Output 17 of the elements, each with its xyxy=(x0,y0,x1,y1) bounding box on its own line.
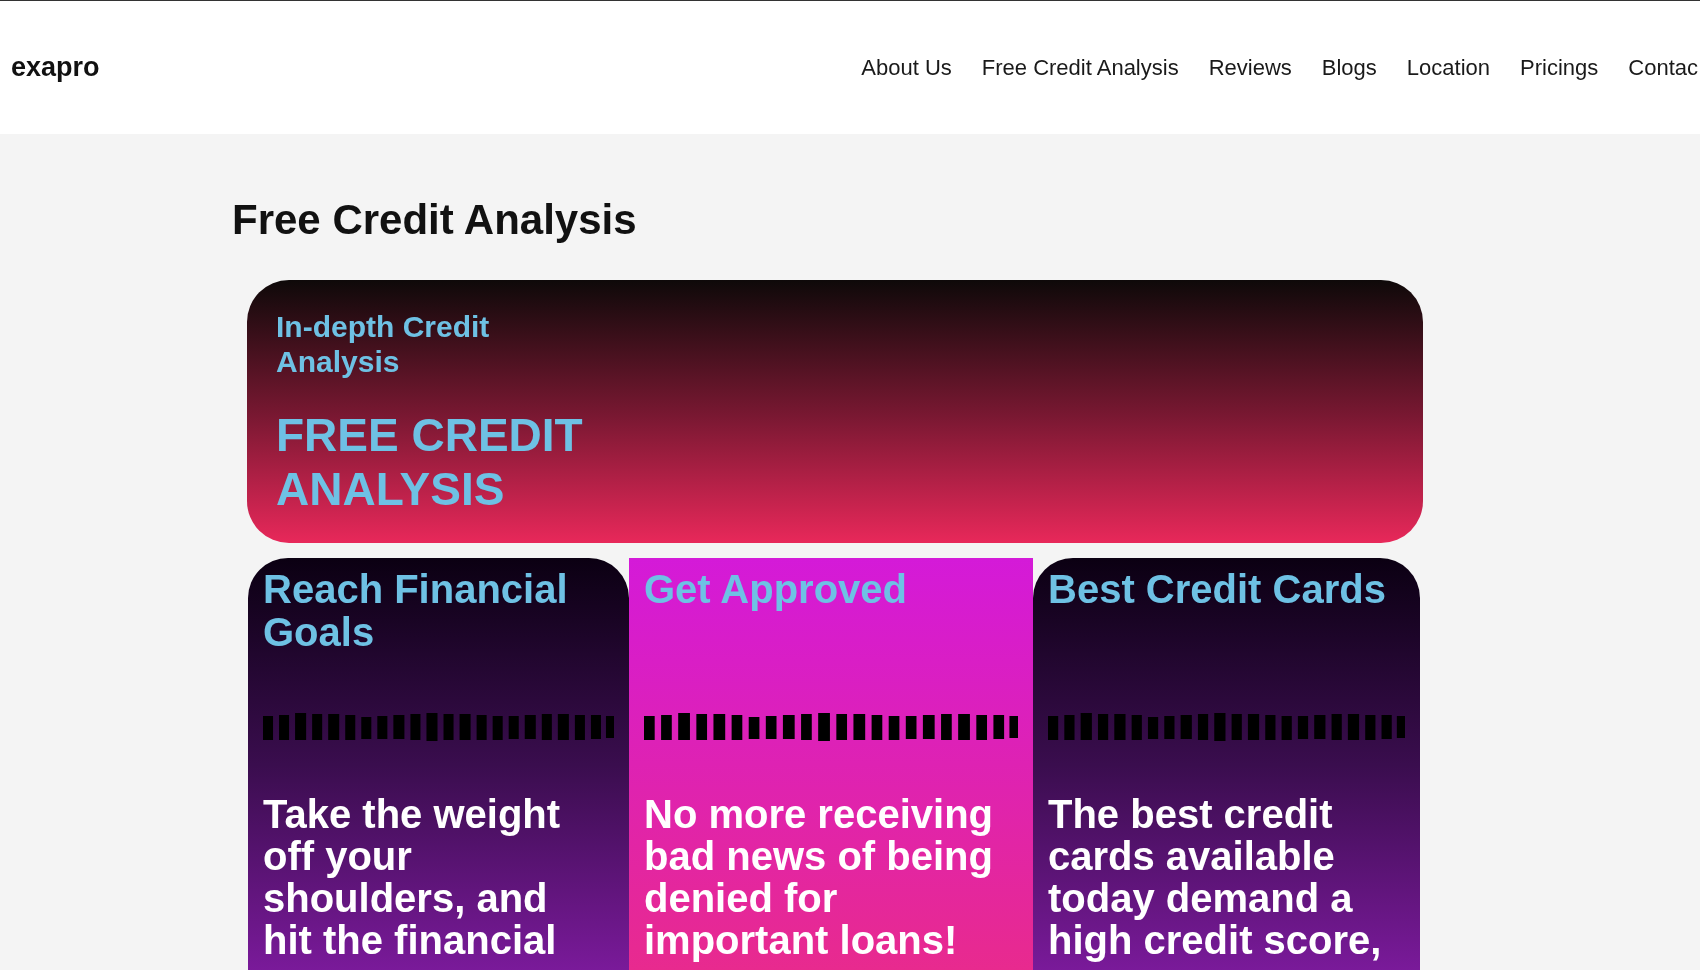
card-title: Reach Financial Goals xyxy=(263,568,569,654)
nav-link[interactable]: Contac xyxy=(1628,54,1698,81)
page-title: Free Credit Analysis xyxy=(232,195,638,245)
hero-title: FREE CREDIT ANALYSIS xyxy=(276,408,584,516)
card-title: Get Approved xyxy=(644,568,908,613)
site-logo[interactable]: exapro xyxy=(11,52,100,83)
hero-subtitle: In-depth Credit Analysis xyxy=(276,309,491,379)
nav-link[interactable]: Pricings xyxy=(1520,54,1599,81)
nav-link[interactable]: About Us xyxy=(861,54,952,81)
nav-link[interactable]: Free Credit Analysis xyxy=(981,54,1179,81)
card-text: No more receiving bad news of being denied for important loans! xyxy=(644,793,994,961)
nav-link[interactable]: Blogs xyxy=(1321,54,1377,81)
nav-link[interactable]: Reviews xyxy=(1208,54,1292,81)
card-title: Best Credit Cards xyxy=(1048,568,1387,613)
card-text: The best credit cards available today demand a high credit score, xyxy=(1048,793,1383,961)
nav-link[interactable]: Location xyxy=(1406,54,1491,81)
card-text: Take the weight off your shoulders, and hit the financial xyxy=(263,793,562,961)
